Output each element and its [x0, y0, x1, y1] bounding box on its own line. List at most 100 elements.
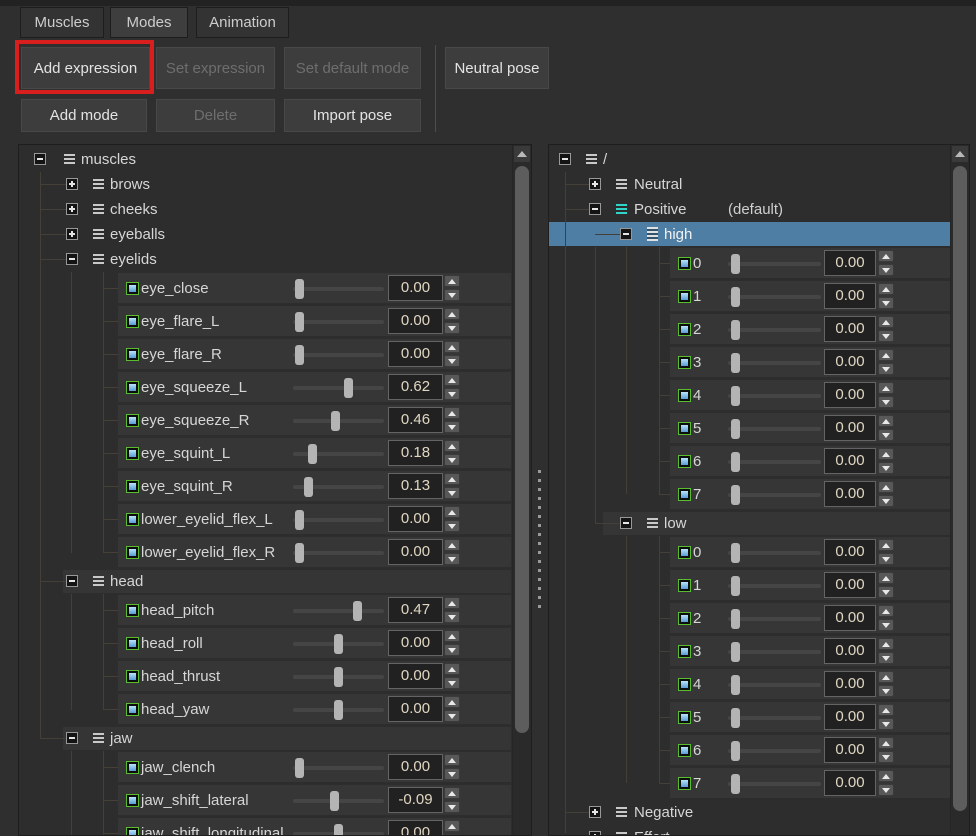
scroll-up-button[interactable] — [514, 146, 530, 162]
left-scrollbar[interactable] — [512, 145, 531, 835]
slider-handle[interactable] — [731, 386, 740, 406]
muscle-checkbox[interactable] — [678, 612, 691, 625]
slider-handle[interactable] — [731, 452, 740, 472]
slider-handle[interactable] — [731, 419, 740, 439]
value-spinbox[interactable]: 0.00 — [388, 696, 443, 722]
spin-up-button[interactable] — [444, 407, 460, 419]
slider-track[interactable] — [728, 460, 821, 464]
spin-up-button[interactable] — [444, 597, 460, 609]
collapse-icon[interactable] — [559, 153, 571, 165]
slider-handle[interactable] — [731, 254, 740, 274]
slider-track[interactable] — [293, 642, 384, 646]
add-expression-button[interactable]: Add expression — [21, 47, 150, 89]
spin-down-button[interactable] — [878, 751, 894, 763]
value-spinbox[interactable]: 0.00 — [388, 275, 443, 301]
slider-track[interactable] — [728, 493, 821, 497]
spin-up-button[interactable] — [878, 638, 894, 650]
value-spinbox[interactable]: 0.00 — [388, 308, 443, 334]
slider-handle[interactable] — [308, 444, 317, 464]
expand-icon[interactable] — [66, 228, 78, 240]
spin-up-button[interactable] — [878, 737, 894, 749]
collapse-icon[interactable] — [589, 203, 601, 215]
slider-handle[interactable] — [295, 279, 304, 299]
muscle-checkbox[interactable] — [126, 670, 139, 683]
slider-handle[interactable] — [731, 320, 740, 340]
slider-handle[interactable] — [334, 667, 343, 687]
set-expression-button[interactable]: Set expression — [156, 47, 275, 89]
slider-track[interactable] — [293, 485, 384, 489]
slider-track[interactable] — [728, 361, 821, 365]
value-spinbox[interactable]: 0.00 — [388, 630, 443, 656]
value-spinbox[interactable]: 0.13 — [388, 473, 443, 499]
slider-handle[interactable] — [334, 824, 343, 835]
muscle-checkbox[interactable] — [678, 422, 691, 435]
muscle-checkbox[interactable] — [126, 282, 139, 295]
value-spinbox[interactable]: 0.00 — [388, 820, 443, 835]
muscle-checkbox[interactable] — [678, 356, 691, 369]
slider-track[interactable] — [293, 386, 384, 390]
muscle-checkbox[interactable] — [126, 827, 139, 835]
muscle-checkbox[interactable] — [678, 579, 691, 592]
muscle-checkbox[interactable] — [126, 447, 139, 460]
muscle-checkbox[interactable] — [678, 645, 691, 658]
slider-track[interactable] — [728, 584, 821, 588]
spin-up-button[interactable] — [878, 770, 894, 782]
spin-down-button[interactable] — [444, 677, 460, 689]
group-row-positive[interactable]: Positive(default) — [549, 197, 951, 222]
muscle-checkbox[interactable] — [678, 323, 691, 336]
slider-track[interactable] — [293, 287, 384, 291]
slider-track[interactable] — [293, 518, 384, 522]
spin-down-button[interactable] — [444, 520, 460, 532]
spin-down-button[interactable] — [444, 355, 460, 367]
spin-down-button[interactable] — [444, 388, 460, 400]
spin-down-button[interactable] — [444, 710, 460, 722]
spin-up-button[interactable] — [444, 539, 460, 551]
group-row-[interactable]: / — [549, 147, 951, 172]
spin-up-button[interactable] — [878, 448, 894, 460]
value-spinbox[interactable]: -0.09 — [388, 787, 443, 813]
slider-track[interactable] — [728, 394, 821, 398]
spin-down-button[interactable] — [878, 264, 894, 276]
slider-track[interactable] — [728, 262, 821, 266]
set-default-mode-button[interactable]: Set default mode — [284, 47, 421, 89]
value-spinbox[interactable]: 0.00 — [824, 770, 876, 796]
slider-handle[interactable] — [731, 642, 740, 662]
value-spinbox[interactable]: 0.00 — [388, 506, 443, 532]
muscle-checkbox[interactable] — [678, 257, 691, 270]
spin-up-button[interactable] — [444, 473, 460, 485]
expand-icon[interactable] — [66, 178, 78, 190]
group-row-eyeballs[interactable]: eyeballs — [19, 222, 513, 247]
spin-down-button[interactable] — [444, 487, 460, 499]
spin-up-button[interactable] — [878, 316, 894, 328]
muscle-checkbox[interactable] — [678, 546, 691, 559]
value-spinbox[interactable]: 0.00 — [824, 316, 876, 342]
muscle-checkbox[interactable] — [126, 637, 139, 650]
spin-up-button[interactable] — [444, 820, 460, 832]
muscle-checkbox[interactable] — [678, 455, 691, 468]
spin-up-button[interactable] — [878, 250, 894, 262]
spin-down-button[interactable] — [878, 685, 894, 697]
slider-handle[interactable] — [334, 700, 343, 720]
value-spinbox[interactable]: 0.00 — [824, 539, 876, 565]
spin-down-button[interactable] — [878, 718, 894, 730]
slider-track[interactable] — [293, 353, 384, 357]
value-spinbox[interactable]: 0.00 — [824, 382, 876, 408]
slider-handle[interactable] — [331, 411, 340, 431]
value-spinbox[interactable]: 0.00 — [388, 754, 443, 780]
slider-handle[interactable] — [295, 758, 304, 778]
value-spinbox[interactable]: 0.46 — [388, 407, 443, 433]
right-scrollbar[interactable] — [950, 145, 969, 835]
collapse-icon[interactable] — [66, 253, 78, 265]
tab-muscles[interactable]: Muscles — [20, 7, 104, 38]
value-spinbox[interactable]: 0.00 — [388, 539, 443, 565]
slider-track[interactable] — [293, 675, 384, 679]
value-spinbox[interactable]: 0.00 — [824, 415, 876, 441]
slider-handle[interactable] — [731, 576, 740, 596]
spin-up-button[interactable] — [878, 415, 894, 427]
slider-track[interactable] — [293, 452, 384, 456]
slider-handle[interactable] — [731, 287, 740, 307]
neutral-pose-button[interactable]: Neutral pose — [445, 47, 549, 89]
collapse-icon[interactable] — [34, 153, 46, 165]
slider-handle[interactable] — [731, 543, 740, 563]
slider-handle[interactable] — [295, 345, 304, 365]
